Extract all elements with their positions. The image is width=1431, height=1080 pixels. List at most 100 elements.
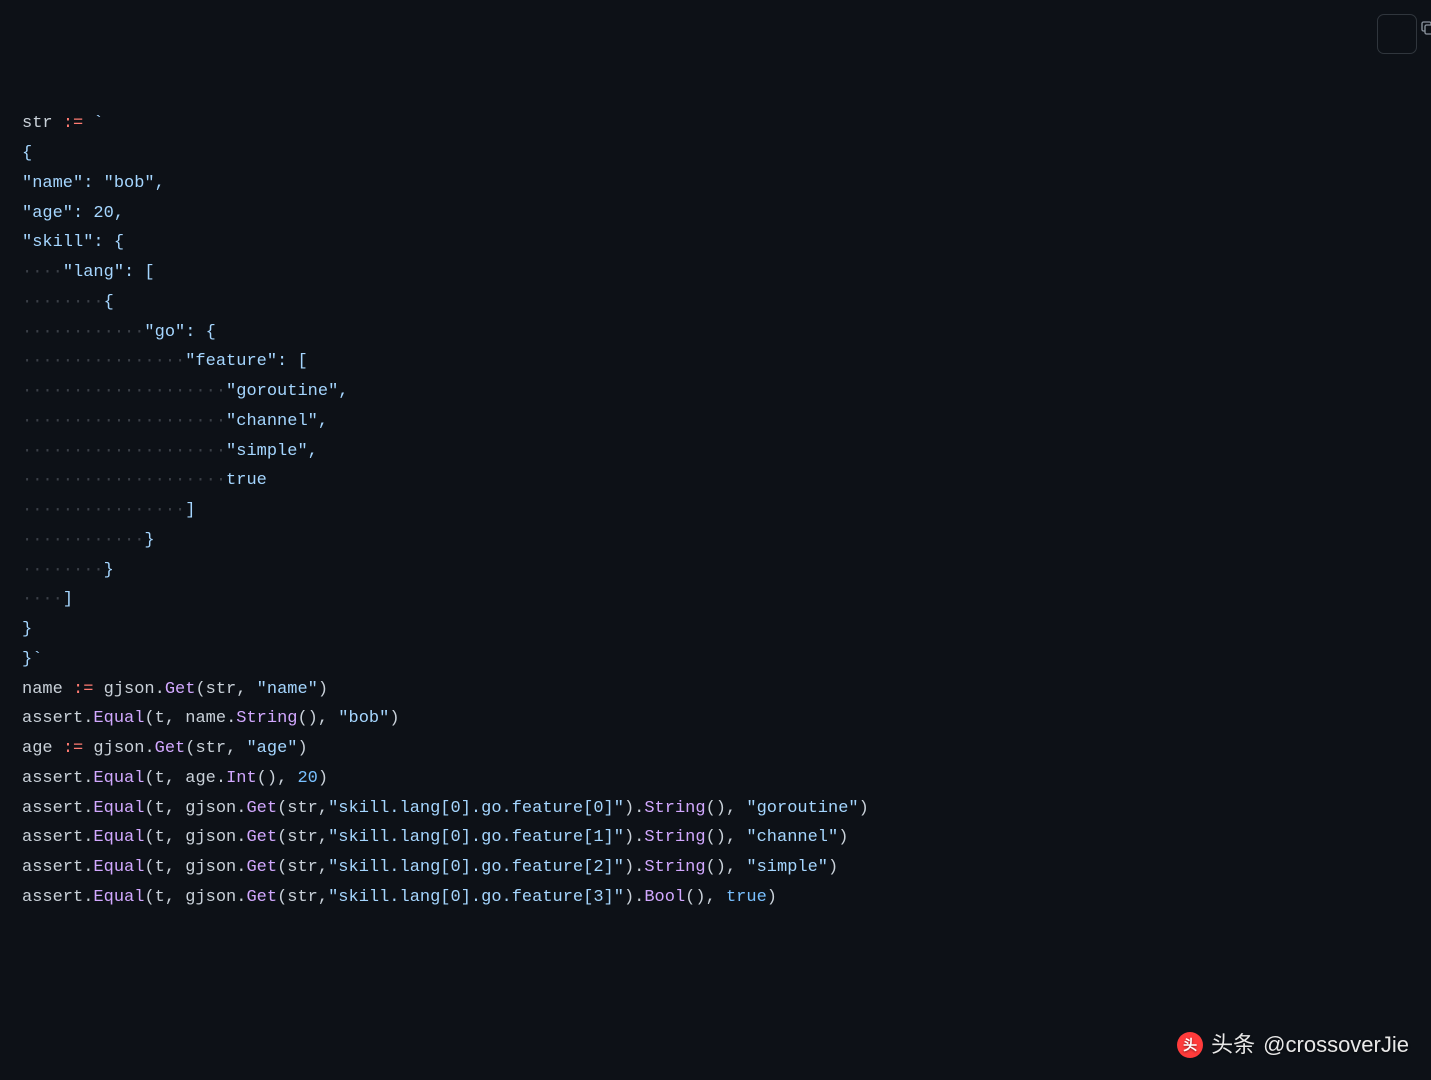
code-token: String [236, 709, 297, 728]
code-token: { [22, 144, 32, 163]
code-token: assert [22, 858, 83, 877]
code-token: age [185, 769, 216, 788]
watermark-prefix: 头条 [1211, 1026, 1255, 1065]
code-token: gjson [185, 858, 236, 877]
code-token: Int [226, 769, 257, 788]
code-token: gjson [104, 680, 155, 699]
code-token: "simple", [226, 442, 318, 461]
code-token: assert [22, 888, 83, 907]
code-line: "skill": { [22, 228, 1409, 258]
code-line: ····"lang": [ [22, 258, 1409, 288]
code-token: "channel", [226, 412, 328, 431]
code-line: { [22, 139, 1409, 169]
code-token: ( [277, 799, 287, 818]
code-token: t [155, 858, 165, 877]
code-token: gjson [93, 739, 144, 758]
code-line: ················] [22, 496, 1409, 526]
code-line: ············} [22, 526, 1409, 556]
code-line: "name": "bob", [22, 169, 1409, 199]
code-token: "simple" [746, 858, 828, 877]
code-token: (), [257, 769, 298, 788]
code-token: str [287, 858, 318, 877]
code-token: ) [318, 680, 328, 699]
code-token: ) [297, 739, 307, 758]
code-token: . [236, 858, 246, 877]
code-token: ` [93, 114, 103, 133]
code-token [53, 114, 63, 133]
code-token: Bool [644, 888, 685, 907]
code-line: assert.Equal(t, name.String(), "bob") [22, 704, 1409, 734]
code-token: . [155, 680, 165, 699]
code-token: ( [195, 680, 205, 699]
code-token: ). [624, 799, 644, 818]
code-token: Equal [93, 769, 144, 788]
code-token: } [22, 620, 32, 639]
code-token: ( [277, 828, 287, 847]
code-token: ) [838, 828, 848, 847]
code-token: str [22, 114, 53, 133]
code-token [63, 680, 73, 699]
code-token: . [83, 769, 93, 788]
code-token: "age": 20, [22, 204, 124, 223]
code-token: ) [859, 799, 869, 818]
code-token: "name" [257, 680, 318, 699]
code-token: Get [246, 799, 277, 818]
code-token: "feature": [ [185, 352, 307, 371]
code-token: t [155, 769, 165, 788]
code-token: "skill.lang[0].go.feature[1]" [328, 828, 624, 847]
code-token: , [318, 799, 328, 818]
code-token: "goroutine" [746, 799, 858, 818]
watermark-badge-icon: 头 [1177, 1032, 1203, 1058]
code-token: , [165, 828, 185, 847]
code-token: 20 [297, 769, 317, 788]
code-token: ). [624, 888, 644, 907]
code-line: }` [22, 645, 1409, 675]
code-token: . [216, 769, 226, 788]
code-token: (), [297, 709, 338, 728]
code-token: ( [144, 828, 154, 847]
code-token: ( [277, 858, 287, 877]
code-token: "name": "bob", [22, 174, 165, 193]
code-token: "bob" [338, 709, 389, 728]
code-token: , [165, 769, 185, 788]
code-token: name [185, 709, 226, 728]
code-token: ···················· [22, 442, 226, 461]
code-token: String [644, 799, 705, 818]
code-line: assert.Equal(t, gjson.Get(str,"skill.lan… [22, 794, 1409, 824]
code-token: true [726, 888, 767, 907]
code-token: ············ [22, 531, 144, 550]
code-token: ················ [22, 352, 185, 371]
code-block: str := ` { "name": "bob", "age": 20, "skill"… [0, 0, 1431, 962]
code-token: , [318, 858, 328, 877]
code-token: (), [706, 828, 747, 847]
code-token: ). [624, 858, 644, 877]
code-token: String [644, 828, 705, 847]
code-token: ) [767, 888, 777, 907]
code-token: ········ [22, 561, 104, 580]
code-token: str [195, 739, 226, 758]
code-content: str := ` { "name": "bob", "age": 20, "skill"… [22, 109, 1409, 912]
code-token: t [155, 888, 165, 907]
code-token: . [144, 739, 154, 758]
code-line: "age": 20, [22, 199, 1409, 229]
code-token: ] [185, 501, 195, 520]
copy-button[interactable] [1377, 14, 1417, 54]
code-token: , [236, 680, 256, 699]
code-token: . [236, 888, 246, 907]
code-token: "skill.lang[0].go.feature[0]" [328, 799, 624, 818]
code-token: str [287, 828, 318, 847]
code-token: Equal [93, 799, 144, 818]
code-token: ···· [22, 590, 63, 609]
code-token: ················ [22, 501, 185, 520]
code-token: age [22, 739, 53, 758]
code-token: Equal [93, 709, 144, 728]
code-token: Equal [93, 888, 144, 907]
code-token: "age" [246, 739, 297, 758]
code-token: := [63, 739, 83, 758]
code-token: assert [22, 769, 83, 788]
copy-icon [1357, 0, 1431, 79]
code-token: } [144, 531, 154, 550]
code-token: ) [828, 858, 838, 877]
code-token: , [318, 828, 328, 847]
code-token: := [63, 114, 83, 133]
